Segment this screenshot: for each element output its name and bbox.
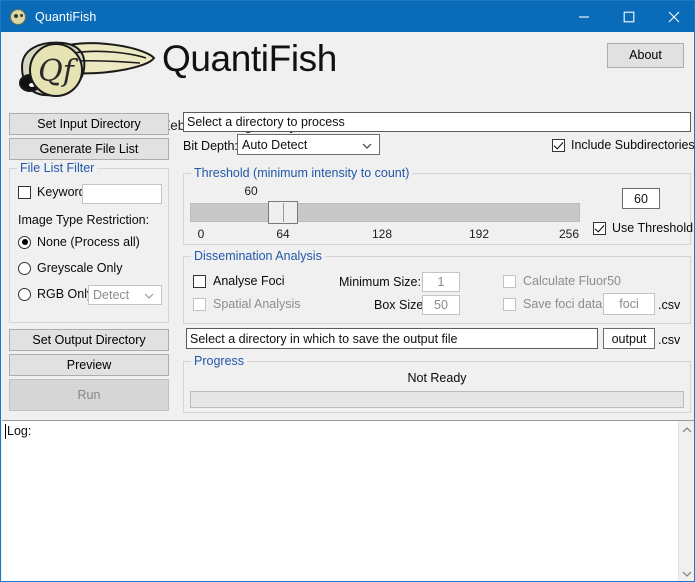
chevron-down-icon	[144, 288, 154, 302]
bit-depth-select[interactable]: Auto Detect	[237, 134, 380, 155]
radio-none-process-all[interactable]: None (Process all)	[18, 235, 140, 249]
generate-file-list-button[interactable]: Generate File List	[9, 138, 169, 160]
include-subdirectories-row[interactable]: Include Subdirectories	[552, 138, 695, 152]
dissemination-analysis-group: Dissemination Analysis Analyse Foci Spat…	[183, 249, 691, 324]
spatial-analysis-row[interactable]: Spatial Analysis	[193, 297, 301, 311]
save-foci-data-label: Save foci data:	[523, 297, 606, 311]
radio-greyscale-label: Greyscale Only	[37, 261, 123, 275]
box-size-label: Box Size:	[374, 298, 427, 312]
minimize-icon[interactable]	[561, 1, 606, 32]
log-scrollbar[interactable]	[678, 421, 694, 581]
threshold-current-value: 60	[244, 184, 258, 198]
keyword-input[interactable]	[82, 184, 162, 204]
threshold-value-input[interactable]: 60	[622, 188, 660, 209]
log-pane[interactable]: Log:	[2, 420, 694, 581]
analyse-foci-checkbox[interactable]	[193, 274, 206, 288]
window-controls	[561, 1, 694, 32]
preview-button[interactable]: Preview	[9, 354, 169, 376]
foci-filename-input[interactable]: foci	[603, 293, 655, 315]
use-threshold-checkbox[interactable]	[593, 221, 606, 235]
title-bar: QuantiFish	[1, 1, 694, 32]
threshold-slider-track[interactable]	[190, 203, 580, 222]
threshold-tick-0: 0	[197, 227, 205, 241]
radio-none-indicator	[18, 235, 31, 249]
log-caret	[5, 424, 6, 439]
threshold-tick-1: 64	[276, 227, 290, 241]
foci-extension-label: .csv	[658, 298, 681, 312]
radio-rgb-indicator	[18, 287, 31, 301]
dissemination-analysis-title: Dissemination Analysis	[191, 249, 325, 263]
set-output-directory-button[interactable]: Set Output Directory	[9, 329, 169, 351]
set-input-directory-button[interactable]: Set Input Directory	[9, 113, 169, 135]
file-list-filter-group: File List Filter Keyword: Image Type Res…	[9, 161, 169, 323]
calculate-fluor50-row[interactable]: Calculate Fluor50	[503, 274, 621, 288]
calculate-fluor50-checkbox[interactable]	[503, 274, 516, 288]
close-icon[interactable]	[651, 1, 694, 32]
radio-rgb-only[interactable]: RGB Only:	[18, 287, 97, 301]
use-threshold-label: Use Threshold	[612, 221, 694, 235]
include-subdirectories-label: Include Subdirectories	[571, 138, 695, 152]
analyse-foci-row[interactable]: Analyse Foci	[193, 274, 285, 288]
bit-depth-label: Bit Depth:	[183, 139, 238, 153]
analyse-foci-label: Analyse Foci	[213, 274, 285, 288]
minimum-size-input[interactable]: 1	[422, 272, 460, 292]
progress-status: Not Ready	[407, 371, 467, 385]
use-threshold-row[interactable]: Use Threshold	[593, 221, 693, 235]
progress-bar	[190, 391, 684, 408]
threshold-tick-4: 256	[558, 227, 580, 241]
minimum-size-label: Minimum Size:	[339, 275, 421, 289]
about-button[interactable]: About	[607, 43, 684, 68]
maximize-icon[interactable]	[606, 1, 651, 32]
app-window: QuantiFish Qf QuantiFish About Set Input…	[0, 0, 695, 582]
box-size-input[interactable]: 50	[422, 295, 460, 315]
include-subdirectories-checkbox[interactable]	[552, 138, 565, 152]
run-button[interactable]: Run	[9, 379, 169, 411]
output-directory-path[interactable]: Select a directory in which to save the …	[186, 328, 598, 349]
chevron-down-icon[interactable]	[679, 565, 694, 581]
rgb-channel-value: Detect	[93, 288, 130, 302]
output-extension-label: .csv	[658, 333, 681, 347]
rgb-channel-select[interactable]: Detect	[88, 285, 162, 305]
input-directory-path[interactable]: Select a directory to process	[183, 112, 691, 132]
progress-title: Progress	[191, 354, 248, 368]
save-foci-data-checkbox[interactable]	[503, 297, 516, 311]
progress-group: Progress Not Ready	[183, 354, 691, 413]
threshold-tick-3: 192	[468, 227, 490, 241]
calculate-fluor50-label: Calculate Fluor50	[523, 274, 621, 288]
keyword-row: Keyword:	[18, 185, 89, 199]
window-title: QuantiFish	[35, 9, 97, 24]
keyword-checkbox[interactable]	[18, 185, 31, 199]
file-list-filter-title: File List Filter	[17, 161, 98, 175]
zebrafish-qf-logo: Qf	[8, 37, 163, 103]
radio-greyscale-only[interactable]: Greyscale Only	[18, 261, 122, 275]
threshold-tick-2: 128	[371, 227, 393, 241]
chevron-down-icon	[362, 138, 372, 152]
threshold-title: Threshold (minimum intensity to count)	[191, 166, 413, 180]
save-foci-data-row[interactable]: Save foci data:	[503, 297, 606, 311]
bit-depth-value: Auto Detect	[242, 137, 308, 152]
output-filename-input[interactable]: output	[603, 328, 655, 349]
page-title: QuantiFish	[162, 38, 337, 79]
threshold-group: Threshold (minimum intensity to count) 6…	[183, 166, 693, 245]
threshold-slider-thumb[interactable]	[268, 201, 298, 224]
app-header: Qf QuantiFish Zebrafish Image Analyser	[2, 32, 694, 133]
radio-greyscale-indicator	[18, 261, 31, 275]
radio-none-label: None (Process all)	[37, 235, 140, 249]
image-type-restriction-label: Image Type Restriction:	[18, 213, 150, 227]
fish-app-icon	[10, 8, 26, 25]
log-label: Log:	[7, 424, 32, 438]
chevron-up-icon[interactable]	[679, 421, 694, 438]
svg-text:Qf: Qf	[38, 54, 79, 89]
spatial-analysis-checkbox[interactable]	[193, 297, 206, 311]
spatial-analysis-label: Spatial Analysis	[213, 297, 301, 311]
